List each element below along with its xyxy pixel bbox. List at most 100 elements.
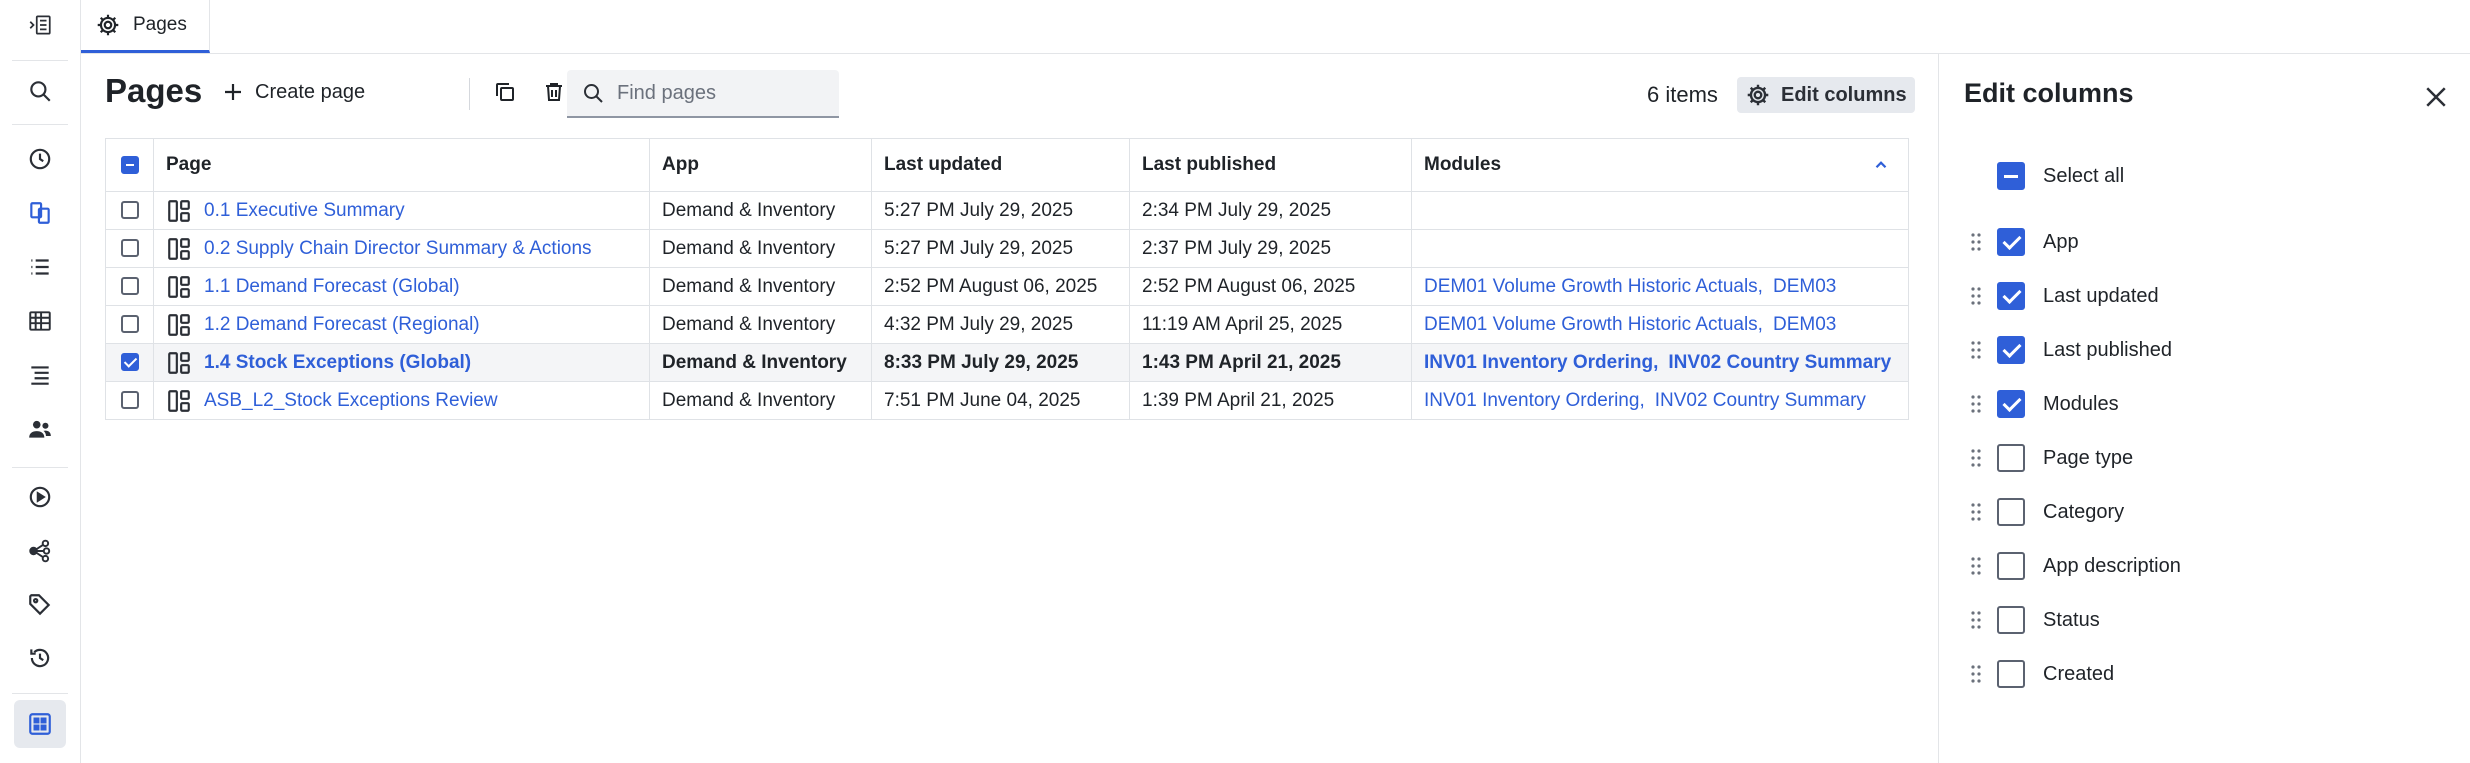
left-rail (0, 0, 81, 763)
table-row[interactable]: 0.1 Executive Summary Demand & Inventory 5… (105, 191, 1909, 230)
column-option-checkbox[interactable] (1997, 606, 2025, 634)
table-row[interactable]: 1.1 Demand Forecast (Global) Demand & Inv… (105, 267, 1909, 306)
table-row[interactable]: 1.4 Stock Exceptions (Global) Demand & In… (105, 343, 1909, 382)
tag-icon[interactable] (14, 581, 66, 629)
page-link[interactable]: 1.1 Demand Forecast (Global) (204, 276, 460, 298)
page-name-cell[interactable]: 0.1 Executive Summary (153, 191, 650, 230)
column-option[interactable]: Page type (1939, 438, 2133, 478)
panel-title: Edit columns (1964, 78, 2134, 108)
drag-handle-icon[interactable] (1969, 393, 1983, 415)
create-page-button[interactable]: Create page (221, 72, 365, 112)
page-layout-icon (168, 275, 190, 298)
select-all-checkbox[interactable] (1997, 162, 2025, 190)
grid-table-icon[interactable] (14, 297, 66, 345)
page-name-cell[interactable]: 1.2 Demand Forecast (Regional) (153, 305, 650, 344)
page-name-cell[interactable]: 0.2 Supply Chain Director Summary & Acti… (153, 229, 650, 268)
column-option-checkbox[interactable] (1997, 228, 2025, 256)
column-header-page[interactable]: Page (153, 138, 650, 192)
module-link[interactable]: INV02 Country Summary (1668, 352, 1891, 373)
play-circle-icon[interactable] (14, 473, 66, 521)
drag-handle-icon[interactable] (1969, 609, 1983, 631)
module-link[interactable]: INV01 Inventory Ordering, (1424, 352, 1658, 373)
column-option-checkbox[interactable] (1997, 660, 2025, 688)
search-icon (584, 84, 603, 103)
duplicate-button[interactable] (493, 72, 517, 112)
page-layout-icon (168, 313, 190, 336)
search-input[interactable] (615, 80, 829, 106)
drag-handle-icon[interactable] (1969, 339, 1983, 361)
table-row[interactable]: ASB_L2_Stock Exceptions Review Demand & I… (105, 381, 1909, 420)
module-link[interactable]: DEM03 (1773, 314, 1836, 335)
page-name-cell[interactable]: 1.4 Stock Exceptions (Global) (153, 343, 650, 382)
pages-table: Page App Last updated Last published Mod… (105, 138, 1909, 420)
edit-columns-button[interactable]: Edit columns (1737, 77, 1915, 113)
list-icon[interactable] (14, 243, 66, 291)
app-cell: Demand & Inventory (649, 343, 872, 382)
column-option[interactable]: App description (1939, 546, 2181, 586)
column-option-checkbox[interactable] (1997, 552, 2025, 580)
tab-pages[interactable]: Pages (81, 0, 210, 53)
column-option-checkbox[interactable] (1997, 498, 2025, 526)
row-checkbox[interactable] (105, 305, 154, 344)
expand-sidebar-icon[interactable] (14, 1, 66, 49)
modules-header-label: Modules (1424, 154, 1502, 175)
module-link[interactable]: DEM01 Volume Growth Historic Actuals, (1424, 314, 1763, 335)
drag-handle-icon[interactable] (1969, 555, 1983, 577)
select-all-option[interactable]: Select all (1939, 156, 2124, 196)
drag-handle-icon[interactable] (1969, 231, 1983, 253)
column-option[interactable]: Modules (1939, 384, 2119, 424)
column-option-checkbox[interactable] (1997, 336, 2025, 364)
page-link[interactable]: ASB_L2_Stock Exceptions Review (204, 390, 498, 412)
module-link[interactable]: DEM03 (1773, 276, 1836, 297)
column-header-last-updated[interactable]: Last updated (871, 138, 1130, 192)
column-option[interactable]: Last published (1939, 330, 2172, 370)
column-header-modules[interactable]: Modules (1411, 138, 1909, 192)
select-all-rows-checkbox[interactable] (105, 138, 154, 192)
module-link[interactable]: DEM01 Volume Growth Historic Actuals, (1424, 276, 1763, 297)
page-name-cell[interactable]: ASB_L2_Stock Exceptions Review (153, 381, 650, 420)
copy-pages-icon[interactable] (14, 189, 66, 237)
drag-handle-icon[interactable] (1969, 501, 1983, 523)
history-icon[interactable] (14, 135, 66, 183)
gear-icon (1747, 84, 1769, 106)
table-row[interactable]: 0.2 Supply Chain Director Summary & Acti… (105, 229, 1909, 268)
column-option-checkbox[interactable] (1997, 444, 2025, 472)
table-row[interactable]: 1.2 Demand Forecast (Regional) Demand & I… (105, 305, 1909, 344)
apps-grid-icon[interactable] (14, 700, 66, 748)
drag-handle-icon[interactable] (1969, 285, 1983, 307)
page-name-cell[interactable]: 1.1 Demand Forecast (Global) (153, 267, 650, 306)
gear-icon (97, 14, 119, 36)
outline-list-icon[interactable] (14, 351, 66, 399)
column-header-last-published[interactable]: Last published (1129, 138, 1412, 192)
column-option[interactable]: Created (1939, 654, 2114, 694)
users-icon[interactable] (14, 405, 66, 453)
page-link[interactable]: 1.4 Stock Exceptions (Global) (204, 352, 471, 374)
last-updated-cell: 2:52 PM August 06, 2025 (871, 267, 1130, 306)
column-option[interactable]: Category (1939, 492, 2124, 532)
chevron-up-icon[interactable] (1872, 156, 1890, 174)
restore-history-icon[interactable] (14, 634, 66, 682)
delete-button[interactable] (542, 72, 566, 112)
row-checkbox[interactable] (105, 381, 154, 420)
module-link[interactable]: INV02 Country Summary (1655, 390, 1866, 411)
row-checkbox[interactable] (105, 229, 154, 268)
column-option[interactable]: Status (1939, 600, 2100, 640)
column-header-app[interactable]: App (649, 138, 872, 192)
network-icon[interactable] (14, 527, 66, 575)
column-option[interactable]: Last updated (1939, 276, 2159, 316)
column-option-checkbox[interactable] (1997, 282, 2025, 310)
page-link[interactable]: 0.2 Supply Chain Director Summary & Acti… (204, 238, 592, 260)
row-checkbox[interactable] (105, 267, 154, 306)
drag-handle-icon[interactable] (1969, 447, 1983, 469)
row-checkbox[interactable] (105, 191, 154, 230)
column-option-checkbox[interactable] (1997, 390, 2025, 418)
search-icon[interactable] (14, 67, 66, 115)
close-icon[interactable] (2421, 82, 2451, 112)
column-option-label: App (2043, 230, 2079, 253)
page-link[interactable]: 1.2 Demand Forecast (Regional) (204, 314, 480, 336)
module-link[interactable]: INV01 Inventory Ordering, (1424, 390, 1645, 411)
page-link[interactable]: 0.1 Executive Summary (204, 200, 405, 222)
column-option[interactable]: App (1939, 222, 2079, 262)
drag-handle-icon[interactable] (1969, 663, 1983, 685)
row-checkbox[interactable] (105, 343, 154, 382)
